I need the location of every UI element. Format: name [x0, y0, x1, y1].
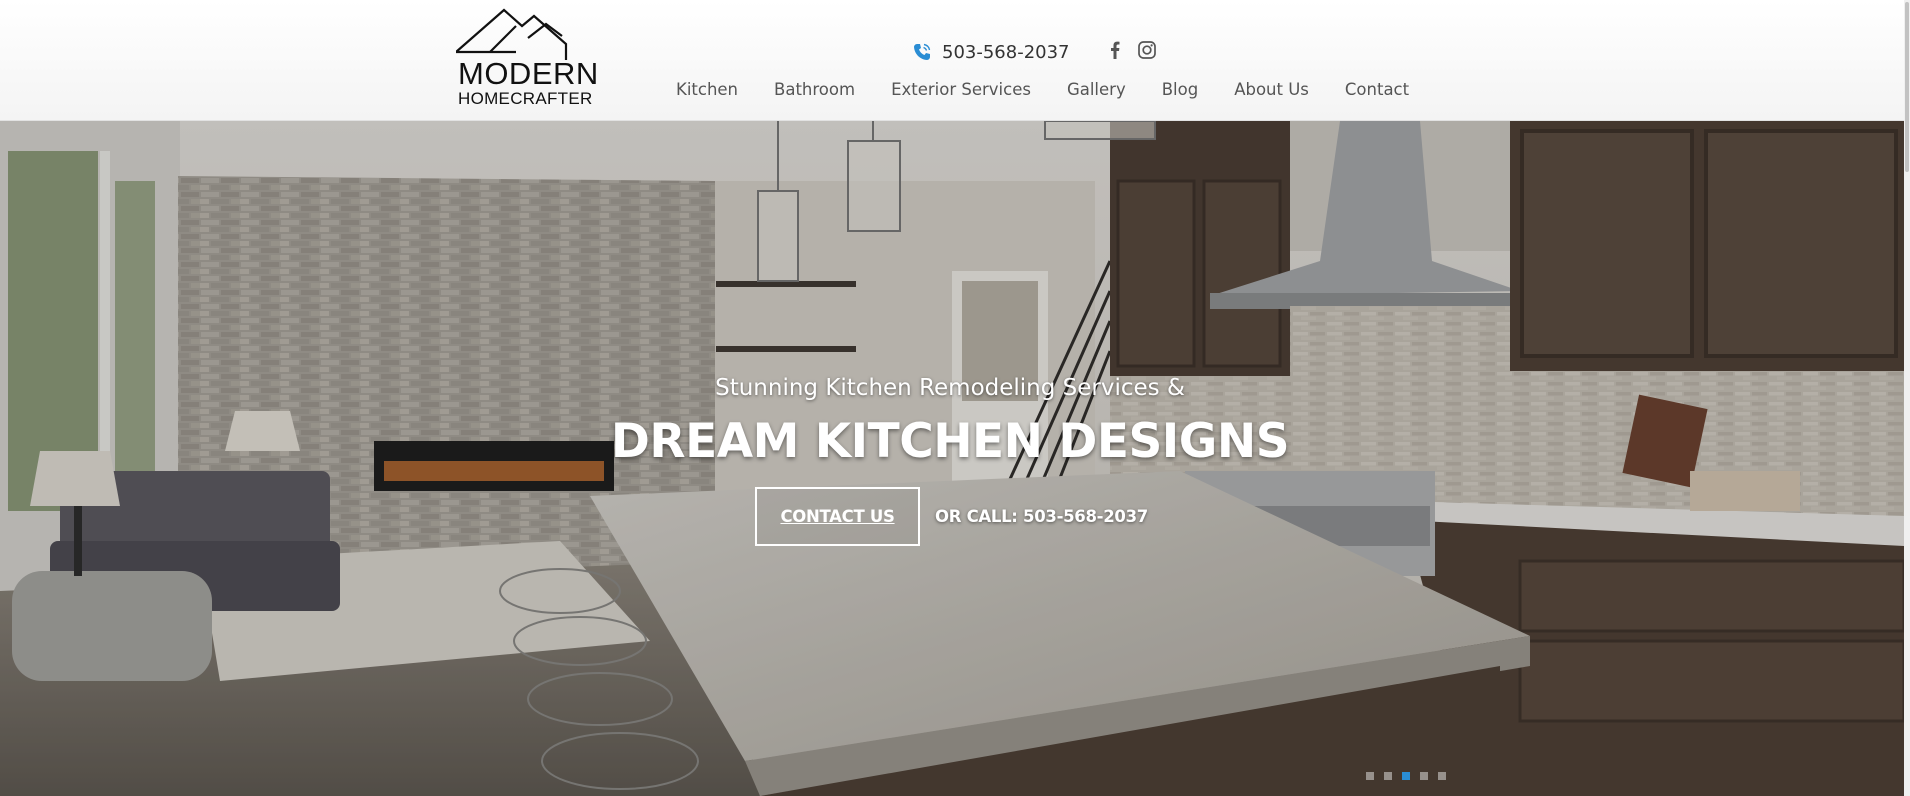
nav-item-contact[interactable]: Contact	[1345, 80, 1409, 99]
hero-title: DREAM KITCHEN DESIGNS	[610, 414, 1290, 469]
social-links	[1110, 40, 1174, 64]
slider-dot-active[interactable]	[1402, 772, 1410, 780]
logo-subtext: HOMECRAFTER	[458, 89, 593, 108]
nav-item-blog[interactable]: Blog	[1162, 80, 1198, 99]
slider-dot[interactable]	[1420, 772, 1428, 780]
main-nav: Kitchen Bathroom Exterior Services Galle…	[676, 80, 1445, 99]
slider-pagination	[1366, 772, 1456, 780]
hero-slider: Stunning Kitchen Remodeling Services & D…	[0, 121, 1904, 796]
hero-cta: CONTACT US OR CALL: 503-568-2037	[755, 487, 1148, 546]
slider-dot[interactable]	[1438, 772, 1446, 780]
nav-item-gallery[interactable]: Gallery	[1067, 80, 1126, 99]
scrollbar-thumb[interactable]	[1905, 2, 1909, 172]
slider-dot[interactable]	[1384, 772, 1392, 780]
logo-wordmark: MODERN	[458, 56, 599, 91]
slider-dot[interactable]	[1366, 772, 1374, 780]
nav-item-bathroom[interactable]: Bathroom	[774, 80, 855, 99]
site-header: MODERN HOMECRAFTER 503-568-2037 Kitchen …	[0, 0, 1904, 121]
instagram-icon[interactable]	[1137, 40, 1156, 64]
house-roof-icon	[456, 8, 568, 60]
facebook-icon[interactable]	[1110, 41, 1120, 64]
page-scrollbar[interactable]	[1904, 0, 1910, 796]
header-contact: 503-568-2037	[912, 38, 1174, 66]
site-logo[interactable]: MODERN HOMECRAFTER	[456, 8, 602, 110]
header-phone-link[interactable]: 503-568-2037	[942, 42, 1070, 63]
hero-call-link[interactable]: OR CALL: 503-568-2037	[935, 507, 1148, 526]
phone-icon	[914, 43, 931, 60]
nav-item-about-us[interactable]: About Us	[1234, 80, 1309, 99]
contact-us-button[interactable]: CONTACT US	[755, 487, 920, 546]
hero-subtitle: Stunning Kitchen Remodeling Services &	[715, 375, 1185, 401]
nav-item-kitchen[interactable]: Kitchen	[676, 80, 738, 99]
nav-item-exterior-services[interactable]: Exterior Services	[891, 80, 1031, 99]
